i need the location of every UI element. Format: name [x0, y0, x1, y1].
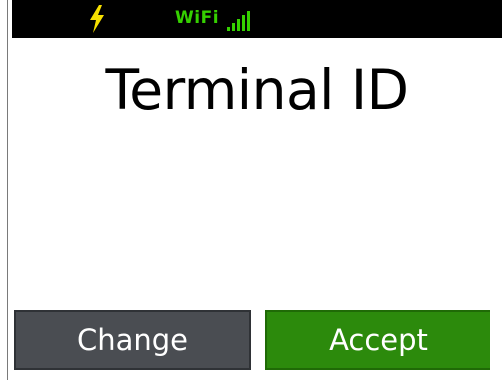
signal-bars-icon	[227, 11, 250, 31]
frame-left-border	[7, 0, 8, 380]
wifi-label: WiFi	[175, 8, 220, 28]
accept-button[interactable]: Accept	[265, 310, 490, 370]
page-title: Terminal ID	[105, 58, 410, 122]
change-button[interactable]: Change	[14, 310, 251, 370]
device-frame: WiFi Terminal ID Change Accept	[0, 0, 502, 380]
status-bar: WiFi	[12, 0, 502, 38]
lightning-bolt-icon	[90, 5, 104, 33]
